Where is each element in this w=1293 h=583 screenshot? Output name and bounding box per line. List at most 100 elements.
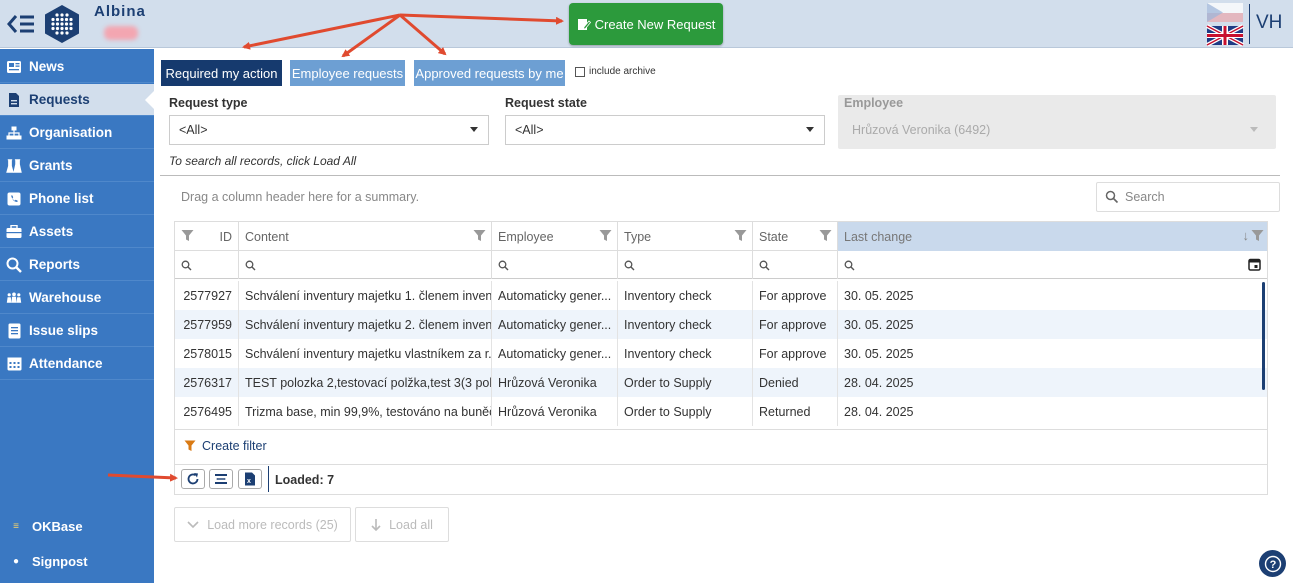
column-chooser-button[interactable] (209, 469, 233, 489)
help-button[interactable]: ? (1259, 550, 1286, 577)
table-row[interactable]: 2578015 Schválení inventury majetku vlas… (175, 339, 1267, 368)
list-icon (6, 323, 22, 339)
grid-search-input[interactable]: Search (1096, 182, 1280, 212)
table-row[interactable]: 2577927 Schválení inventury majetku 1. č… (175, 281, 1267, 310)
cell-state: For approve (753, 339, 838, 368)
column-header-content[interactable]: Content (239, 222, 492, 251)
cell-last-change: 28. 04. 2025 (844, 375, 914, 390)
sidebar-item-attendance[interactable]: Attendance (0, 348, 154, 380)
filter-cell-employee[interactable] (492, 251, 618, 279)
cell-type: Inventory check (618, 281, 753, 310)
cell-state: Returned (753, 397, 838, 426)
loaded-count: Loaded: 7 (275, 473, 335, 487)
tab-employee-requests[interactable]: Employee requests (290, 60, 405, 86)
sidebar-item-label: Reports (29, 257, 81, 272)
filter-icon[interactable] (473, 229, 486, 242)
filter-cell-state[interactable] (753, 251, 838, 279)
cell-id: 2576495 (175, 397, 239, 426)
filter-icon[interactable] (599, 229, 612, 242)
document-icon (6, 92, 22, 108)
sidebar-item-assets[interactable]: Assets (0, 216, 154, 248)
request-type-select[interactable]: <All> (169, 115, 489, 145)
sidebar-item-label: Phone list (29, 191, 94, 206)
back-button[interactable] (6, 12, 38, 36)
column-header-state[interactable]: State (753, 222, 838, 251)
calendar-icon[interactable] (1248, 258, 1261, 271)
request-state-select[interactable]: <All> (505, 115, 825, 145)
sidebar-item-okbase[interactable]: ≡ OKBase (0, 511, 154, 541)
filter-icon[interactable] (819, 229, 832, 242)
org-chart-icon (6, 125, 22, 141)
cell-content: Schválení inventury majetku vlastníkem z… (239, 339, 492, 368)
checkbox-box[interactable] (575, 66, 585, 77)
sidebar-item-issue-slips[interactable]: Issue slips (0, 315, 154, 347)
language-flags (1206, 3, 1244, 46)
table-row[interactable]: 2576495 Trizma base, min 99,9%, testován… (175, 397, 1267, 426)
filter-cell-content[interactable] (239, 251, 492, 279)
sidebar-item-news[interactable]: News (0, 51, 154, 83)
tab-approved-requests-by-me[interactable]: Approved requests by me (414, 60, 565, 86)
sidebar-item-label: News (29, 59, 65, 74)
sidebar-item-organisation[interactable]: Organisation (0, 117, 154, 149)
refresh-icon (187, 473, 199, 485)
filter-cell-id[interactable] (175, 251, 239, 279)
filter-icon (184, 440, 196, 451)
employee-value: Hrůzová Veronika (6492) (852, 123, 991, 137)
filter-cell-type[interactable] (618, 251, 753, 279)
sidebar-item-label: Attendance (29, 356, 103, 371)
create-filter-link[interactable]: Create filter (184, 439, 267, 453)
vertical-scrollbar[interactable] (1262, 282, 1265, 390)
phone-icon (6, 191, 22, 207)
czech-flag-icon[interactable] (1207, 3, 1243, 22)
column-header-last-change[interactable]: Last change ↓ (838, 222, 1267, 251)
column-header-employee[interactable]: Employee (492, 222, 618, 251)
filter-icon[interactable] (1251, 229, 1264, 242)
include-archive-label: include archive (589, 66, 656, 77)
calendar-icon (6, 356, 22, 372)
sidebar-item-phone-list[interactable]: Phone list (0, 183, 154, 215)
export-excel-button[interactable]: x (238, 469, 262, 489)
sidebar-item-reports[interactable]: Reports (0, 249, 154, 281)
arrow-down-icon (371, 519, 381, 531)
create-new-request-button[interactable]: Create New Request (569, 3, 723, 45)
cell-employee: Automaticky gener... (492, 281, 618, 310)
filter-cell-last-change[interactable] (838, 251, 1267, 279)
filter-icon[interactable] (181, 229, 194, 242)
column-chooser-icon (215, 474, 227, 484)
sidebar-item-signpost[interactable]: ● Signpost (0, 546, 154, 576)
cell-employee: Automaticky gener... (492, 310, 618, 339)
sidebar-item-warehouse[interactable]: Warehouse (0, 282, 154, 314)
load-more-records-button[interactable]: Load more records (25) (174, 507, 351, 542)
sidebar-item-requests[interactable]: Requests (0, 84, 155, 116)
load-all-button[interactable]: Load all (355, 507, 449, 542)
cell-type: Order to Supply (618, 397, 753, 426)
include-archive-checkbox[interactable]: include archive (575, 66, 656, 77)
table-row[interactable]: 2577959 Schválení inventury majetku 2. č… (175, 310, 1267, 339)
newspaper-icon (6, 59, 22, 75)
signpost-icon: ● (12, 555, 20, 567)
uk-flag-icon[interactable] (1206, 24, 1244, 46)
cell-last-change: 28. 04. 2025 (844, 404, 914, 419)
column-header-type[interactable]: Type (618, 222, 753, 251)
cell-id: 2578015 (175, 339, 239, 368)
cell-content: TEST polozka 2,testovací polžka,test 3(3… (239, 368, 492, 397)
table-row[interactable]: 2576317 TEST polozka 2,testovací polžka,… (175, 368, 1267, 397)
sidebar: News Requests Organisation Grants Phone … (0, 49, 155, 583)
sidebar-item-label: Warehouse (29, 290, 102, 305)
column-header-id[interactable]: ID (175, 222, 239, 251)
tab-required-my-action[interactable]: Required my action (161, 60, 282, 86)
sidebar-item-label: Grants (29, 158, 73, 173)
search-icon (844, 260, 855, 270)
toolbar-separator (268, 466, 269, 492)
cell-state: Denied (753, 368, 838, 397)
search-icon (624, 260, 635, 270)
cell-id: 2577927 (175, 281, 239, 310)
filter-icon[interactable] (734, 229, 747, 242)
user-divider (1249, 4, 1250, 44)
user-initials[interactable]: VH (1256, 12, 1282, 34)
sidebar-item-grants[interactable]: Grants (0, 150, 154, 182)
edit-document-icon (577, 18, 591, 30)
group-panel-hint: Drag a column header here for a summary. (181, 190, 420, 204)
sidebar-item-label: Issue slips (29, 323, 99, 338)
refresh-button[interactable] (181, 469, 205, 489)
